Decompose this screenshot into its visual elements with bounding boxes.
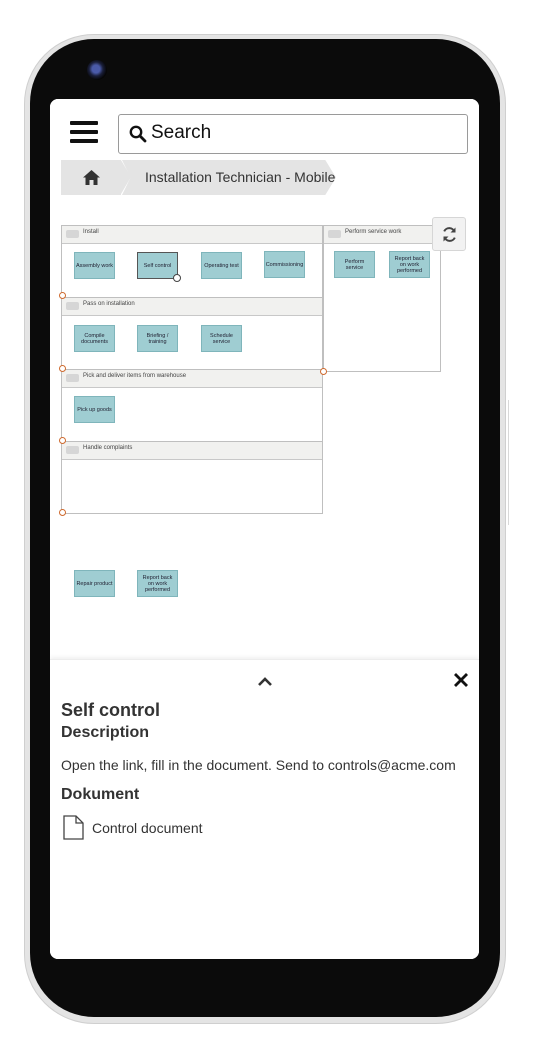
refresh-button[interactable]: [432, 217, 466, 251]
breadcrumb-current-label: Installation Technician - Mobile: [145, 169, 336, 185]
task-assembly-work[interactable]: Assembly work: [74, 252, 115, 279]
task-pick-up-goods[interactable]: Pick up goods: [74, 396, 115, 423]
lane-marker: [59, 509, 66, 516]
task-self-control-label: Self control: [143, 262, 172, 269]
lane-marker: [59, 292, 66, 299]
lane-service: Perform service work: [323, 225, 441, 372]
lane-install-label: Install: [83, 229, 99, 235]
camera-icon: [87, 60, 107, 80]
lane-marker: [320, 368, 327, 375]
lane-pick-label: Pick and deliver items from warehouse: [83, 373, 187, 379]
process-diagram: Install Perform service work Pass on ins…: [50, 207, 479, 652]
lane-toggle-icon[interactable]: [66, 230, 79, 238]
panel-title: Self control: [61, 700, 161, 720]
lane-toggle-icon[interactable]: [66, 374, 79, 382]
task-commissioning[interactable]: Commissioning: [264, 251, 305, 278]
task-schedule-service[interactable]: Schedule service: [201, 325, 242, 352]
top-bar: Installation Technician - Mobile: [50, 99, 479, 208]
document-link-label: Control document: [92, 820, 203, 836]
breadcrumb-current[interactable]: Installation Technician - Mobile: [122, 160, 336, 195]
details-panel: Self control Description Open the link, …: [50, 659, 479, 959]
description-heading: Description: [61, 724, 150, 741]
breadcrumb-home[interactable]: [61, 160, 121, 195]
home-icon: [83, 170, 100, 185]
lane-toggle-icon[interactable]: [66, 446, 79, 454]
task-perform-service[interactable]: Perform service: [334, 251, 375, 278]
refresh-icon: [443, 227, 456, 242]
app-screen: Installation Technician - Mobile Install…: [50, 99, 479, 959]
lane-toggle-icon[interactable]: [328, 230, 341, 238]
search-box[interactable]: [118, 114, 468, 154]
search-icon: [129, 125, 147, 143]
lane-marker: [59, 437, 66, 444]
lane-pass-label: Pass on installation: [83, 301, 135, 307]
task-report-back-service[interactable]: Report back on work performed: [389, 251, 430, 278]
chevron-up-icon[interactable]: [256, 674, 274, 688]
task-compile-documents[interactable]: Compile documents: [74, 325, 115, 352]
lane-complaints-label: Handle complaints: [83, 445, 133, 451]
document-icon: [63, 815, 84, 840]
description-text: Open the link, fill in the document. Sen…: [61, 757, 456, 773]
hamburger-menu-icon[interactable]: [70, 121, 98, 147]
task-operating-test[interactable]: Operating test: [201, 252, 242, 279]
lane-marker: [59, 365, 66, 372]
task-briefing-training[interactable]: Briefing / training: [137, 325, 178, 352]
task-repair-product[interactable]: Repair product: [74, 570, 115, 597]
task-report-back[interactable]: Report back on work performed: [137, 570, 178, 597]
info-icon: [173, 274, 181, 282]
lane-toggle-icon[interactable]: [66, 302, 79, 310]
lane-complaints: Handle complaints: [61, 441, 323, 514]
close-icon[interactable]: [452, 671, 470, 689]
task-self-control[interactable]: Self control: [137, 252, 181, 282]
search-input[interactable]: [151, 121, 451, 145]
document-heading: Dokument: [61, 786, 140, 803]
side-divider: [508, 400, 509, 525]
lane-service-label: Perform service work: [345, 229, 402, 235]
